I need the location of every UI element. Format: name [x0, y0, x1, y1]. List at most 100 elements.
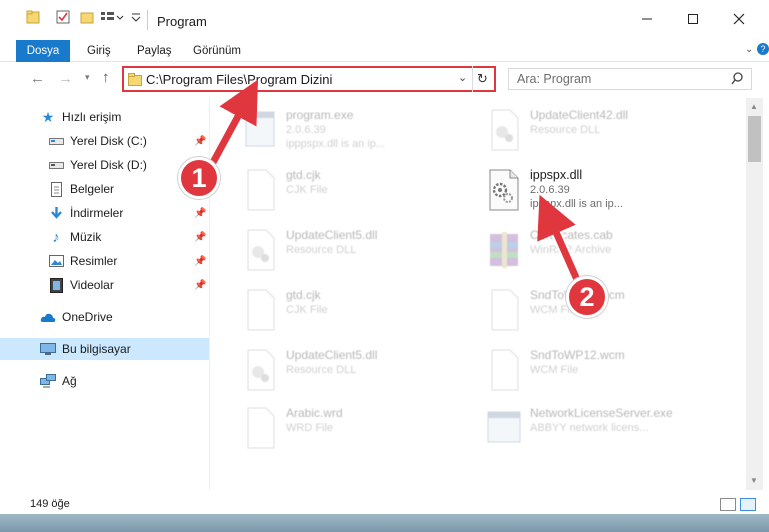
sidebar-item-network[interactable]: Ağ	[0, 370, 209, 392]
recent-locations-icon[interactable]: ▾	[85, 72, 90, 83]
file-version: 2.0.6.39	[530, 184, 570, 196]
search-box[interactable]: Ara: Program	[508, 68, 752, 90]
dll-file-icon	[247, 229, 275, 271]
dll-file-icon	[247, 349, 275, 391]
vertical-scrollbar[interactable]: ▲ ▼	[746, 98, 763, 490]
file-description: ipppspx.dll is an ip...	[286, 138, 386, 150]
sidebar-item-videos[interactable]: Videolar 📌	[0, 274, 209, 296]
list-item[interactable]: UpdateClient5.dll Resource DLL	[240, 224, 476, 280]
file-name: NetworkLicenseServer.exe	[530, 406, 673, 420]
cloud-icon	[40, 309, 56, 325]
list-item[interactable]: gtd.cjk CJK File	[240, 284, 476, 340]
star-icon: ★	[41, 108, 55, 125]
dll-file-icon	[491, 109, 519, 151]
list-item[interactable]: NetworkLicenseServer.exe ABBYY network l…	[484, 402, 720, 458]
new-folder-icon[interactable]	[80, 10, 94, 24]
view-options-icon[interactable]	[100, 10, 126, 24]
expand-ribbon-icon[interactable]: ⌄	[745, 44, 753, 55]
large-icons-view-button[interactable]	[740, 498, 756, 511]
up-arrow-icon[interactable]: ↑	[102, 69, 110, 86]
back-arrow-icon[interactable]: ←	[30, 70, 45, 87]
minimize-button[interactable]	[624, 4, 670, 34]
list-item[interactable]: program.exe 2.0.6.39 ipppspx.dll is an i…	[240, 104, 476, 160]
sidebar-item-onedrive[interactable]: OneDrive	[0, 306, 209, 328]
file-type: CJK File	[286, 184, 328, 196]
properties-icon[interactable]	[56, 10, 70, 24]
help-icon[interactable]: ?	[757, 43, 769, 55]
pin-icon[interactable]: 📌	[194, 232, 206, 243]
pin-icon[interactable]: 📌	[194, 136, 206, 147]
file-type: CJK File	[286, 304, 328, 316]
list-item[interactable]: UpdateClient42.dll Resource DLL	[484, 104, 720, 160]
file-name: program.exe	[286, 108, 354, 122]
pin-icon[interactable]: 📌	[194, 256, 206, 267]
sidebar-item-music[interactable]: ♪ Müzik 📌	[0, 226, 209, 248]
customize-toolbar-icon[interactable]	[131, 10, 141, 24]
sidebar-item-quick-access[interactable]: ★ Hızlı erişim	[0, 106, 209, 128]
file-name: gtd.cjk	[286, 168, 321, 182]
search-icon[interactable]	[731, 72, 744, 88]
file-type: Resource DLL	[530, 124, 601, 136]
file-name: gtd.cjk	[286, 288, 321, 302]
file-name: SndToWP12.wcm	[530, 348, 625, 362]
sidebar-item-local-disk-c[interactable]: Yerel Disk (C:) 📌	[0, 130, 209, 152]
sidebar-item-label: OneDrive	[62, 310, 113, 324]
forward-arrow-icon[interactable]: →	[58, 70, 73, 87]
scroll-thumb[interactable]	[748, 116, 761, 162]
tab-share[interactable]: Paylaş	[126, 40, 183, 62]
list-item[interactable]: gtd.cjk CJK File	[240, 164, 476, 220]
file-version: 2.0.6.39	[286, 124, 326, 136]
address-bar[interactable]: C:\Program Files\Program Dizini ⌄ ↻	[122, 66, 496, 92]
scroll-up-icon[interactable]: ▲	[750, 102, 758, 111]
sidebar-item-label: İndirmeler	[70, 206, 124, 220]
generic-file-icon	[491, 349, 519, 391]
window-title: Program	[157, 14, 207, 29]
address-dropdown-icon[interactable]: ⌄	[458, 71, 467, 84]
exe-file-icon	[245, 111, 275, 147]
sidebar-item-label: Yerel Disk (C:)	[70, 134, 147, 148]
sidebar-item-label: Hızlı erişim	[62, 110, 122, 124]
address-path[interactable]: C:\Program Files\Program Dizini	[146, 72, 332, 87]
sidebar-item-label: Videolar	[70, 278, 114, 292]
sidebar-item-label: Resimler	[70, 254, 118, 268]
sidebar-item-label: Müzik	[70, 230, 102, 244]
sidebar-item-label: Yerel Disk (D:)	[70, 158, 147, 172]
sidebar-item-downloads[interactable]: İndirmeler 📌	[0, 202, 209, 224]
refresh-icon[interactable]: ↻	[477, 71, 488, 87]
sidebar-item-this-pc[interactable]: Bu bilgisayar	[0, 338, 209, 360]
generic-file-icon	[247, 169, 275, 211]
list-item[interactable]: Certificates.cab WinRAR Archive	[484, 224, 720, 280]
sidebar-item-pictures[interactable]: Resimler 📌	[0, 250, 209, 272]
list-item[interactable]: UpdateClient5.dll Resource DLL	[240, 344, 476, 400]
list-item[interactable]: Arabic.wrd WRD File	[240, 402, 476, 458]
list-item-ippspx[interactable]: ippspx.dll 2.0.6.39 ippspx.dll is an ip.…	[484, 164, 720, 220]
details-view-button[interactable]	[720, 498, 736, 511]
pin-icon[interactable]: 📌	[194, 208, 206, 219]
tab-home[interactable]: Giriş	[76, 40, 122, 62]
file-type: WinRAR Archive	[530, 244, 612, 256]
close-button[interactable]	[716, 4, 762, 34]
video-icon	[48, 277, 64, 293]
generic-file-icon	[247, 407, 275, 449]
tab-view[interactable]: Görünüm	[182, 40, 252, 62]
separator	[472, 66, 473, 92]
file-type: Resource DLL	[286, 364, 357, 376]
file-name: UpdateClient42.dll	[530, 108, 629, 122]
scroll-down-icon[interactable]: ▼	[750, 476, 758, 485]
desktop-background	[0, 514, 769, 532]
maximize-button[interactable]	[670, 4, 716, 34]
list-item[interactable]: SndToWP12.wcm WCM File	[484, 344, 720, 400]
search-placeholder[interactable]: Ara: Program	[517, 72, 591, 86]
dll-file-icon	[489, 169, 519, 211]
documents-icon	[48, 181, 64, 197]
drive-icon	[48, 133, 64, 149]
pin-icon[interactable]: 📌	[194, 280, 206, 291]
file-type: WRD File	[286, 422, 334, 434]
network-icon	[40, 373, 56, 389]
file-name: Certificates.cab	[530, 228, 613, 242]
callout-badge-1: 1	[178, 157, 220, 199]
music-icon: ♪	[52, 228, 60, 246]
generic-file-icon	[247, 289, 275, 331]
file-description: ABBYY network licens...	[530, 422, 649, 434]
folder-icon	[26, 10, 40, 24]
